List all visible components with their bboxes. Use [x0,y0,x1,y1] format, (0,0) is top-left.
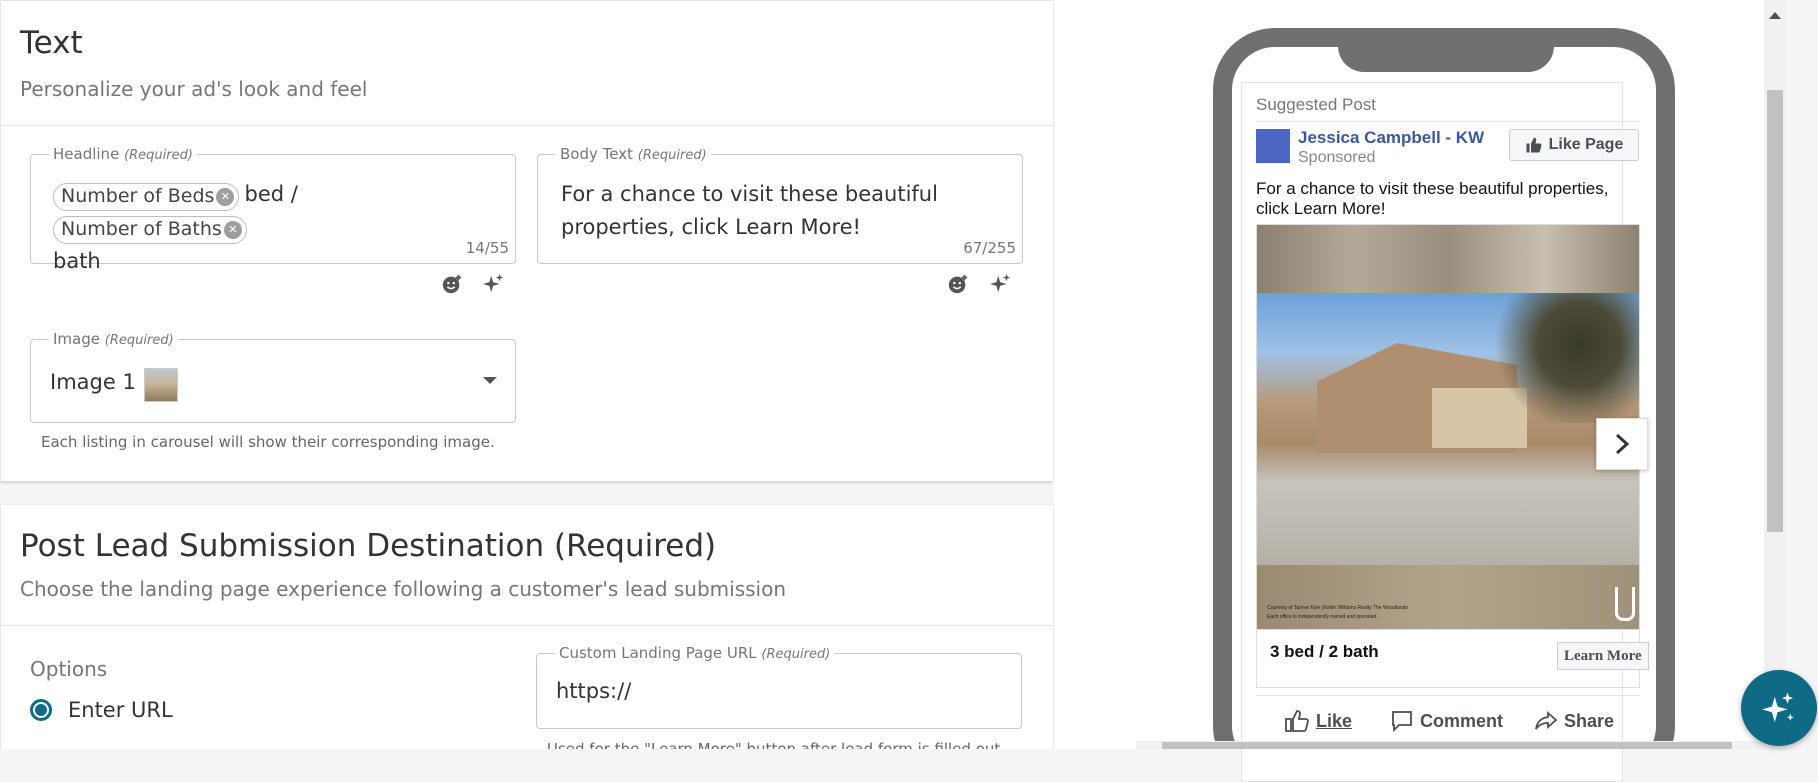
headline-counter: 14/55 [465,239,509,257]
custom-url-value: https:// [556,679,632,703]
custom-url-label: Custom Landing Page URL (Required) [555,644,835,662]
page-avatar [1256,129,1290,163]
divider [1,625,1053,626]
post-text: For a chance to visit these beautiful pr… [1256,179,1608,219]
radio-selected-icon[interactable] [30,699,52,721]
disclaimer-line: Each office is independently owned and o… [1267,614,1378,620]
body-text-field[interactable]: Body Text (Required) For a chance to vis… [537,145,1023,264]
chip-remove-icon[interactable]: ✕ [223,220,242,239]
destination-title: Post Lead Submission Destination (Requir… [20,528,717,564]
chevron-right-icon [1615,433,1630,455]
house-photo [1257,293,1639,565]
facebook-post-preview: Suggested Post Jessica Campbell - KW Spo… [1241,82,1649,782]
options-label: Options [30,657,108,681]
enter-url-radio[interactable]: Enter URL [30,698,173,722]
disclaimer-line: Courtesy of Tanner Kyle (Keller Williams… [1267,605,1408,611]
ai-sparkle-icon[interactable] [481,271,507,297]
share-label: Share [1564,710,1615,731]
body-text-line: properties, click Learn More! [561,215,861,239]
carousel-card-footer: 3 bed / 2 bath Learn More [1256,630,1649,688]
destination-card: Post Lead Submission Destination (Requir… [1,505,1053,749]
destination-subtitle: Choose the landing page experience follo… [20,577,787,601]
body-text-counter: 67/255 [963,239,1016,257]
image-select-value: Image 1 [50,370,136,394]
text-card: Text Personalize your ad's look and feel… [1,0,1053,482]
post-comment-action[interactable]: Comment [1390,709,1503,733]
ai-sparkle-icon[interactable] [988,271,1014,297]
divider [1,125,1053,126]
vertical-scroll-thumb[interactable] [1767,90,1783,532]
image-label: Image (Required) [49,330,178,348]
url-helper-text: Used for the "Learn More" button after l… [547,740,1001,749]
post-share-action[interactable]: Share [1534,709,1614,733]
suggested-post-label: Suggested Post [1256,95,1377,114]
headline-label: Headline (Required) [49,145,197,163]
comment-icon [1392,711,1412,733]
image-header-band [1257,225,1639,293]
carousel-card-title: 3 bed / 2 bath [1270,642,1379,661]
body-text-label: Body Text (Required) [556,145,711,163]
chip-label: Number of Beds [61,185,215,207]
divider [1256,121,1640,122]
post-text-line: For a chance to visit these beautiful pr… [1256,179,1609,198]
like-icon [1285,710,1309,732]
ai-assistant-button[interactable] [1741,670,1817,746]
image-helper-text: Each listing in carousel will show their… [41,433,495,451]
thumbs-up-icon [1526,137,1542,153]
phone-notch [1338,28,1554,72]
text-section-title: Text [20,25,83,61]
sparkle-icon [1762,692,1794,723]
chip-label: Number of Baths [61,218,222,240]
headline-field[interactable]: Headline (Required) Number of Beds ✕ bed… [30,145,516,273]
like-label: Like [1316,710,1353,731]
learn-more-button[interactable]: Learn More [1557,642,1649,670]
headline-mid-text: bed / [244,182,298,206]
image-footer-band: Courtesy of Tanner Kyle (Keller Williams… [1257,565,1639,629]
carousel-next-button[interactable] [1596,418,1648,470]
body-text-line: For a chance to visit these beautiful [561,182,938,206]
kw-logo [1615,587,1635,621]
ad-editor-panel: Text Personalize your ad's look and feel… [0,0,1054,749]
comment-label: Comment [1420,710,1504,731]
emoji-icon[interactable] [945,271,971,297]
tree-shape [1487,293,1639,423]
headline-end-text: bath [53,249,101,273]
share-icon [1535,711,1558,730]
like-page-label: Like Page [1548,136,1624,153]
headline-content: Number of Beds ✕ bed / Number of Baths ✕… [53,178,493,279]
horizontal-scroll-thumb[interactable] [1162,742,1732,749]
post-like-action[interactable]: Like [1284,709,1352,733]
custom-url-field[interactable]: Custom Landing Page URL (Required) https… [536,644,1022,729]
image-thumbnail [144,368,178,402]
body-text-value: For a chance to visit these beautiful pr… [561,178,938,244]
text-section-subtitle: Personalize your ad's look and feel [20,77,368,101]
enter-url-label: Enter URL [68,698,173,722]
chip-remove-icon[interactable]: ✕ [216,187,235,206]
like-page-button[interactable]: Like Page [1509,129,1639,161]
number-of-baths-chip[interactable]: Number of Baths ✕ [53,215,247,244]
image-select[interactable]: Image (Required) Image 1 [30,330,516,423]
chevron-down-icon[interactable] [483,377,497,384]
sponsored-label: Sponsored [1298,149,1376,166]
emoji-icon[interactable] [439,271,465,297]
divider [1256,695,1640,696]
page-name-link[interactable]: Jessica Campbell - KW [1298,128,1484,148]
scroll-up-arrow-icon[interactable] [1769,12,1781,19]
post-text-line: click Learn More! [1256,199,1386,218]
number-of-beds-chip[interactable]: Number of Beds ✕ [53,182,240,211]
carousel-card[interactable]: Courtesy of Tanner Kyle (Keller Williams… [1256,224,1640,630]
